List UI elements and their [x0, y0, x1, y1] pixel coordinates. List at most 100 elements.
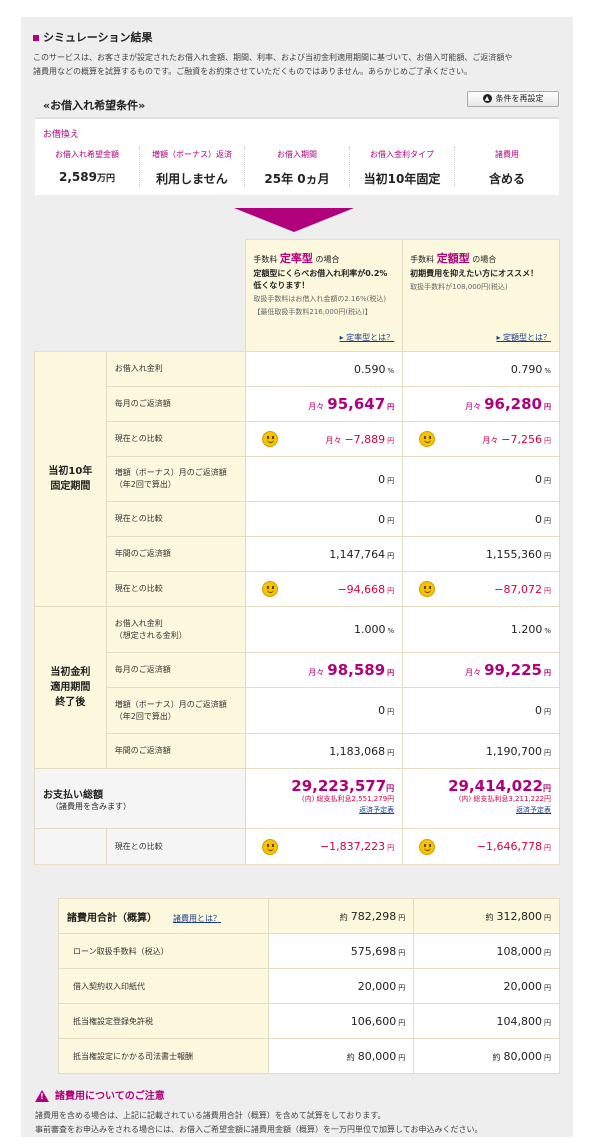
- value: 1,183,068: [329, 744, 386, 758]
- row-label: ローン取扱手数料（税込）: [58, 933, 269, 969]
- prefix: 月々: [325, 435, 342, 445]
- smile-icon: [419, 581, 436, 597]
- unit: 円: [387, 436, 395, 445]
- row-label: 抵当権設定にかかる司法書士報酬: [58, 1038, 269, 1074]
- value: 29,414,022: [448, 777, 543, 795]
- unit: 円: [544, 748, 551, 757]
- group-text: 当初金利 適用期間 終了後: [50, 667, 91, 708]
- unit: 円: [544, 551, 551, 560]
- value-cell: 0円: [245, 687, 404, 734]
- unit: 円: [544, 476, 551, 485]
- value: 99,225: [484, 661, 542, 679]
- fees-link[interactable]: 諸費用とは？: [173, 914, 221, 923]
- unit: 円: [544, 913, 551, 922]
- value: 1,155,360: [486, 547, 542, 561]
- row-label: 増額（ボーナス）月のご返済額 （年2回で算出）: [105, 687, 247, 734]
- fixed-type-link[interactable]: 定額型とは？: [496, 332, 551, 343]
- condition-label: お借入金利タイプ: [370, 150, 434, 159]
- value: 782,298: [350, 909, 397, 923]
- unit: 円: [543, 784, 551, 793]
- unit: 円: [544, 844, 551, 852]
- row-label: 増額（ボーナス）月のご返済額 （年2回で算出）: [105, 456, 247, 502]
- schedule-link[interactable]: 返済予定表: [403, 805, 551, 816]
- reset-label: 条件を再設定: [495, 94, 544, 103]
- prefix: 月々: [308, 668, 325, 677]
- reset-conditions-button[interactable]: ▲ 条件を再設定: [467, 91, 559, 107]
- unit: 円: [544, 669, 551, 677]
- table-row: 当初10年 固定期間 お借入れ金利 0.590% 0.790%: [34, 351, 560, 607]
- fees-title: 諸費用合計（概算）: [67, 912, 157, 924]
- value: 104,800: [496, 1014, 543, 1028]
- total-title: お支払い総額: [43, 789, 103, 801]
- unit: 円: [544, 948, 551, 957]
- condition-label: お借入れ希望金額: [55, 150, 119, 159]
- table-row: 現在との比較 月々 −7,889 円 月々 −7,256 円: [35, 421, 560, 457]
- row-label: 現在との比較: [105, 421, 247, 457]
- group-text: 当初10年 固定期間: [48, 466, 93, 492]
- value-cell: 1,147,764 円: [245, 536, 404, 572]
- value: 108,000: [496, 944, 543, 958]
- plan-fee-note: 取扱手数料が108,000円(税込): [410, 283, 508, 291]
- unit: 円: [387, 844, 395, 852]
- rate-type-link[interactable]: 定率型とは？: [340, 332, 394, 343]
- smile-icon: [262, 431, 279, 447]
- section-title: シミュレーション結果: [33, 29, 153, 45]
- value: 1,190,700: [486, 744, 542, 758]
- condition-label: 諸費用: [495, 150, 519, 159]
- table-row: 毎月のご返済額 月々 95,647 円 月々 96,280 円: [35, 386, 560, 422]
- row-label: 現在との比較: [105, 501, 247, 537]
- row-label: 年間のご返済額: [105, 536, 247, 572]
- condition-item: 諸費用 含める: [455, 147, 559, 187]
- total-value: 29,223,577円: [291, 777, 394, 795]
- value-cell: 月々 −7,256 円: [402, 421, 560, 457]
- row-label: 年間のご返済額: [105, 733, 247, 769]
- notice-heading: 諸費用についてのご注意: [35, 1087, 165, 1102]
- plan-desc: 初期費用を抑えたい方にオススメ！: [410, 269, 539, 278]
- prefix: 月々: [482, 435, 499, 445]
- value: 0.590: [354, 362, 386, 376]
- smile-icon: [419, 838, 436, 855]
- value: 20,000: [503, 979, 543, 993]
- row-label: お借入れ金利 （想定される金利）: [105, 606, 247, 653]
- value: −94,668: [337, 582, 386, 596]
- value: 1,147,764: [329, 547, 386, 561]
- simulation-table: 手数料 定率型 の場合 定額型にくらべお借入れ利率が0.2%低くなります！ 取扱…: [33, 239, 560, 865]
- conditions-heading: «お借入れ希望条件»: [43, 99, 146, 112]
- value-cell: −87,072 円: [402, 571, 560, 607]
- plan-header-fixed: 手数料 定額型 の場合 初期費用を抑えたい方にオススメ！ 取扱手数料が108,0…: [402, 239, 560, 352]
- unit: 円: [544, 1053, 551, 1062]
- interest-note: (内) 総支払利息2,551,279円: [301, 795, 395, 803]
- value-cell: −94,668 円: [245, 571, 404, 607]
- value-cell: 月々 95,647 円: [245, 386, 404, 422]
- unit: 円: [387, 708, 395, 716]
- warning-icon: [35, 1090, 49, 1102]
- group-label-after: 当初金利 適用期間 終了後: [34, 606, 107, 769]
- table-row: 抵当権設定にかかる司法書士報酬 約 80,000 円 約 80,000 円: [58, 1038, 560, 1074]
- value: 1.200: [510, 623, 543, 636]
- value-cell: 約 782,298 円: [267, 898, 415, 934]
- value-cell: 108,000 円: [413, 933, 560, 969]
- schedule-link[interactable]: 返済予定表: [246, 805, 394, 816]
- condition-value: 当初10年固定: [363, 172, 441, 186]
- condition-label: お借入期間: [277, 150, 317, 159]
- interest-note: (内) 総支払利息3,211,222円: [458, 795, 551, 803]
- unit: 円: [544, 983, 551, 992]
- value: −1,646,778: [476, 840, 542, 853]
- notice-text: 諸費用を含める場合は、上記に記載されている諸費用合計（概算）を含めて試算をしてお…: [35, 1109, 483, 1137]
- value-cell: 0円: [245, 456, 404, 502]
- unit: 円: [544, 1018, 551, 1027]
- value-cell: −1,646,778 円: [402, 828, 560, 865]
- table-row: 借入契約収入印紙代 20,000 円 20,000 円: [58, 968, 560, 1004]
- value: 0: [378, 704, 386, 717]
- value-cell: 1.200%: [402, 606, 560, 653]
- value: 29,223,577: [291, 777, 387, 795]
- condition-value: 25年 0ヵ月: [264, 172, 330, 186]
- value-cell: 1,155,360 円: [402, 536, 560, 572]
- value-text: 2,589: [59, 170, 97, 184]
- total-row: お支払い総額 （諸費用を含みます） 29,223,577円 (内) 総支払利息2,…: [33, 768, 560, 829]
- condition-item: お借入金利タイプ 当初10年固定: [350, 147, 455, 187]
- prefix: 手数料: [410, 255, 435, 264]
- value: 0: [535, 472, 542, 486]
- notice-line: 事前審査をお申込みをされる場合には、お借入ご希望金額に諸費用金額（概算）を一万円…: [35, 1125, 483, 1134]
- value: 106,600: [350, 1014, 397, 1028]
